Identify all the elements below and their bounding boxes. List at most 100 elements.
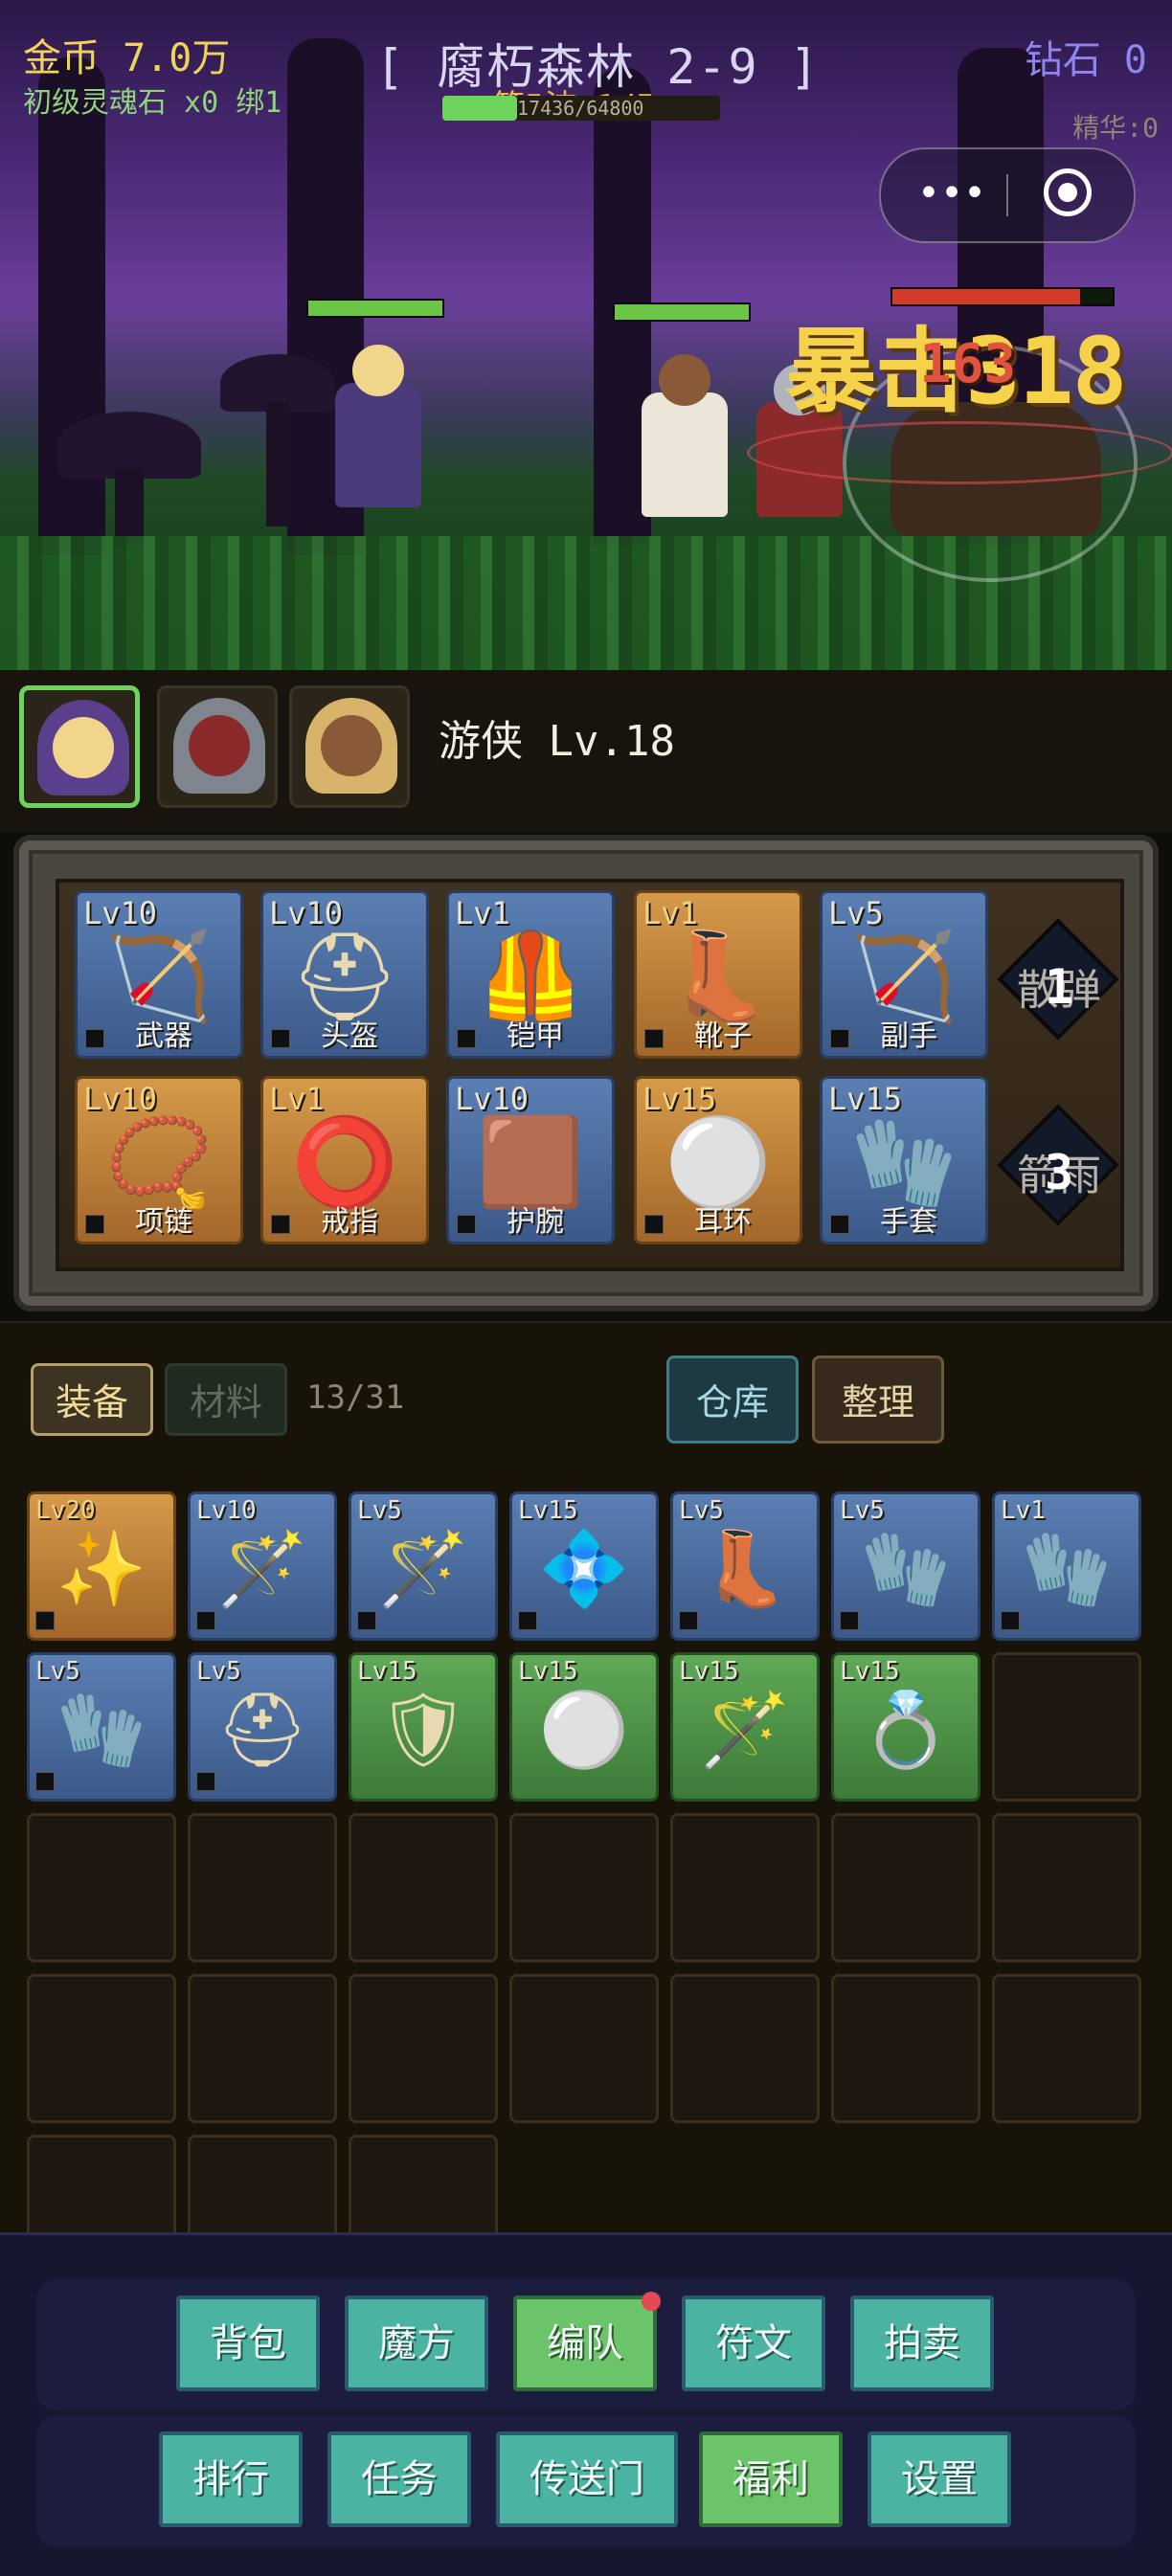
item-level: Lv10 xyxy=(196,1496,257,1525)
nav-button[interactable]: 任务 xyxy=(327,2431,471,2527)
tab-equipment[interactable]: 装备 xyxy=(31,1363,153,1436)
inventory-empty-slot[interactable] xyxy=(670,1974,820,2123)
item-level: Lv1 xyxy=(1001,1496,1046,1525)
inventory-empty-slot[interactable] xyxy=(992,1974,1141,2123)
nav-button-label: 福利 xyxy=(732,2457,809,2501)
item-level: Lv5 xyxy=(679,1496,724,1525)
storage-button[interactable]: 仓库 xyxy=(666,1355,799,1444)
equipment-slot[interactable]: 👢 Lv1 靴子 xyxy=(634,890,802,1059)
inventory-item[interactable]: 🧤 Lv1 xyxy=(992,1491,1141,1641)
ranger-hp-bar xyxy=(306,299,444,318)
inventory-empty-slot[interactable] xyxy=(831,1974,980,2123)
item-level: Lv5 xyxy=(840,1496,885,1525)
inventory-item[interactable]: ⛑ Lv5 xyxy=(188,1652,337,1802)
inventory-item[interactable]: 🧤 Lv5 xyxy=(831,1491,980,1641)
equipment-icon: ⭕ xyxy=(290,1112,399,1214)
inventory-empty-slot[interactable] xyxy=(670,1813,820,1962)
inventory-empty-slot[interactable] xyxy=(27,1813,176,1962)
item-level: Lv1 xyxy=(269,1081,325,1117)
equipment-slot[interactable]: 🟫 Lv10 护腕 xyxy=(446,1076,615,1244)
inventory-item[interactable]: 🛡 Lv15 xyxy=(349,1652,498,1802)
gem-socket xyxy=(840,1611,859,1630)
inventory-empty-slot[interactable] xyxy=(992,1813,1141,1962)
equipment-slot[interactable]: ⭕ Lv1 戒指 xyxy=(260,1076,429,1244)
inventory-item[interactable]: 💠 Lv15 xyxy=(509,1491,659,1641)
inventory-empty-slot[interactable] xyxy=(831,1813,980,1962)
equipment-icon: ⚪ xyxy=(664,1112,773,1214)
nav-button[interactable]: 拍卖 xyxy=(850,2296,994,2391)
nav-button[interactable]: 背包 xyxy=(176,2296,320,2391)
equipment-slot[interactable]: 🏹 Lv10 武器 xyxy=(75,890,243,1059)
nav-button[interactable]: 排行 xyxy=(159,2431,303,2527)
sort-button[interactable]: 整理 xyxy=(812,1355,944,1444)
gem-socket xyxy=(196,1772,215,1791)
gem-socket xyxy=(357,1611,376,1630)
gem-socket xyxy=(830,1215,849,1234)
skill-arrow-rain-button[interactable]: 箭雨 3 xyxy=(997,1104,1119,1226)
nav-button-label: 符文 xyxy=(715,2321,792,2365)
inventory-empty-slot[interactable] xyxy=(349,1974,498,2123)
exp-fill xyxy=(442,96,518,121)
equipment-icon: 📿 xyxy=(104,1112,214,1214)
inventory-empty-slot[interactable] xyxy=(992,1652,1141,1802)
nav-button-label: 排行 xyxy=(192,2457,269,2501)
gem-socket xyxy=(457,1215,476,1234)
gem-socket xyxy=(35,1611,55,1630)
close-miniprogram-icon[interactable] xyxy=(1044,168,1092,216)
nav-button[interactable]: 福利 xyxy=(699,2431,843,2527)
skill-scatter-button[interactable]: 散弹 1 xyxy=(997,918,1119,1041)
equipment-icon: 👢 xyxy=(664,927,773,1028)
equipment-icon: 🟫 xyxy=(476,1112,585,1214)
equipment-slot[interactable]: 📿 Lv10 项链 xyxy=(75,1076,243,1244)
equipment-slot[interactable]: 🏹 Lv5 副手 xyxy=(820,890,988,1059)
equipment-slot[interactable]: ⛑ Lv10 头盔 xyxy=(260,890,429,1059)
equipment-slot[interactable]: 🧤 Lv15 手套 xyxy=(820,1076,988,1244)
item-level: Lv15 xyxy=(518,1496,578,1525)
item-level: Lv5 xyxy=(828,895,884,931)
nav-button[interactable]: 设置 xyxy=(868,2431,1011,2527)
nav-button[interactable]: 符文 xyxy=(682,2296,825,2391)
inventory-item[interactable]: 💍 Lv15 xyxy=(831,1652,980,1802)
inventory-empty-slot[interactable] xyxy=(188,1813,337,1962)
gem-socket xyxy=(85,1029,104,1048)
hp-fill xyxy=(308,301,442,316)
gem-socket xyxy=(85,1215,104,1234)
inventory-item[interactable]: 🪄 Lv10 xyxy=(188,1491,337,1641)
ranger-portrait[interactable] xyxy=(19,685,140,808)
nav-button[interactable]: 魔方 xyxy=(345,2296,488,2391)
slot-name: 靴子 xyxy=(694,1019,752,1053)
priest-portrait[interactable] xyxy=(289,685,410,808)
inventory-empty-slot[interactable] xyxy=(27,1974,176,2123)
slot-name: 头盔 xyxy=(321,1019,378,1053)
inventory-item[interactable]: 🧤 Lv5 xyxy=(27,1652,176,1802)
nav-button-label: 编队 xyxy=(547,2321,623,2365)
equipment-icon: 🏹 xyxy=(104,927,214,1028)
equipment-slot[interactable]: 🦺 Lv1 铠甲 xyxy=(446,890,615,1059)
item-icon: ⚪ xyxy=(538,1687,630,1772)
equipment-slot[interactable]: ⚪ Lv15 耳环 xyxy=(634,1076,802,1244)
tab-materials[interactable]: 材料 xyxy=(165,1363,287,1436)
nav-button[interactable]: 传送门 xyxy=(496,2431,678,2527)
slot-name: 耳环 xyxy=(694,1205,752,1239)
nav-button[interactable]: 编队 xyxy=(513,2292,661,2391)
item-icon: 🧤 xyxy=(1021,1526,1113,1611)
inventory-empty-slot[interactable] xyxy=(509,1813,659,1962)
inventory-empty-slot[interactable] xyxy=(509,1974,659,2123)
inventory-item[interactable]: 👢 Lv5 xyxy=(670,1491,820,1641)
inventory-empty-slot[interactable] xyxy=(349,1813,498,1962)
inventory-item[interactable]: ✨ Lv20 xyxy=(27,1491,176,1641)
knight-portrait[interactable] xyxy=(157,685,278,808)
skill-count: 3 xyxy=(1044,1145,1074,1200)
inventory-item[interactable]: ⚪ Lv15 xyxy=(509,1652,659,1802)
slot-name: 武器 xyxy=(135,1019,192,1053)
inventory-item[interactable]: 🪄 Lv15 xyxy=(670,1652,820,1802)
inventory-item[interactable]: 🪄 Lv5 xyxy=(349,1491,498,1641)
gem-socket xyxy=(644,1029,664,1048)
item-level: Lv15 xyxy=(357,1657,417,1686)
more-icon[interactable]: ••• xyxy=(913,174,990,216)
nav-button-label: 拍卖 xyxy=(884,2321,960,2365)
gem-socket xyxy=(679,1611,698,1630)
skill-count: 1 xyxy=(1044,959,1074,1015)
item-icon: ⛑ xyxy=(215,1687,309,1772)
inventory-empty-slot[interactable] xyxy=(188,1974,337,2123)
